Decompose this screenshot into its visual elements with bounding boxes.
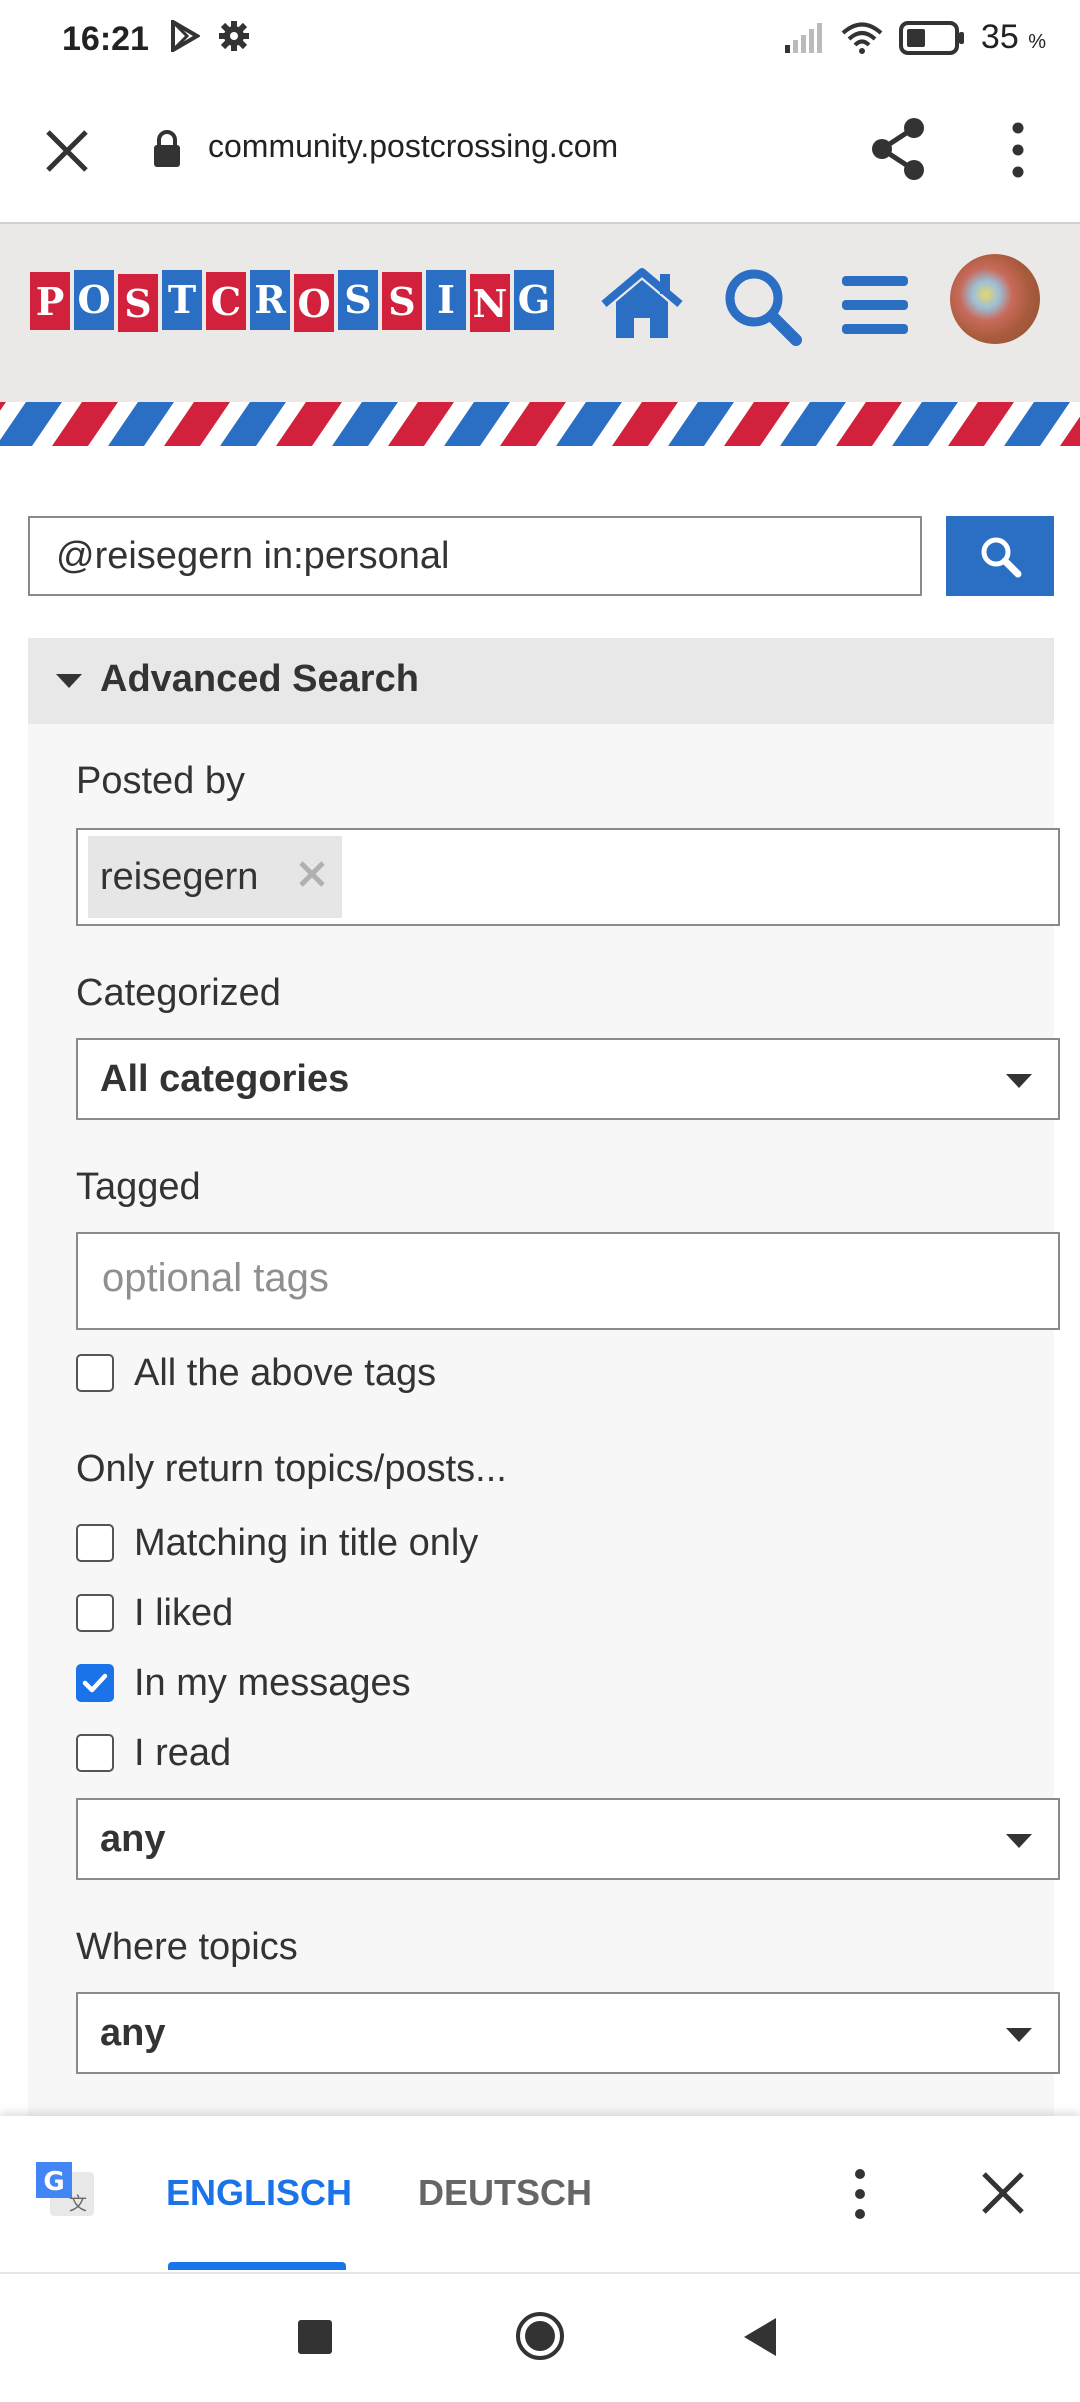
search-icon[interactable] — [720, 264, 804, 348]
all-tags-checkbox[interactable] — [76, 1354, 114, 1392]
only-return-label: Only return topics/posts... — [76, 1448, 507, 1490]
address-bar-url[interactable]: community.postcrossing.com — [208, 128, 618, 165]
all-tags-checkbox-row[interactable]: All the above tags — [76, 1348, 436, 1398]
status-notification-icons — [170, 20, 250, 52]
wifi-icon — [841, 22, 883, 54]
status-time: 16:21 — [62, 20, 149, 58]
checkmark-icon — [82, 1673, 108, 1693]
svg-text:G: G — [518, 277, 550, 322]
where-topics-select[interactable]: any — [76, 1992, 1060, 2074]
back-icon[interactable] — [744, 2318, 776, 2356]
chevron-down-icon — [1006, 1834, 1032, 1848]
user-avatar[interactable] — [950, 254, 1040, 344]
tagged-label: Tagged — [76, 1166, 201, 1208]
battery-percent: 35 % — [980, 18, 1046, 56]
tab-source-language[interactable]: ENGLISCH — [166, 2172, 352, 2214]
chevron-down-icon — [1006, 1074, 1032, 1088]
svg-text:N: N — [473, 281, 508, 326]
in-my-messages-checkbox-row[interactable]: In my messages — [76, 1658, 411, 1708]
site-header: P O S T C R O S S I N G — [0, 224, 1080, 446]
system-navigation-bar — [0, 2272, 1080, 2402]
i-read-checkbox[interactable] — [76, 1734, 114, 1772]
postcrossing-logo[interactable]: P O S T C R O S S I N G — [30, 266, 564, 336]
svg-text:文: 文 — [69, 2194, 87, 2215]
only-return-select[interactable]: any — [76, 1798, 1060, 1880]
tags-input[interactable]: optional tags — [76, 1232, 1060, 1330]
search-input[interactable]: @reisegern in:personal — [28, 516, 922, 596]
advanced-search-title: Advanced Search — [100, 658, 419, 700]
user-chip-label: reisegern — [100, 855, 259, 898]
translate-bar: G 文 ENGLISCH DEUTSCH — [0, 2116, 1080, 2272]
share-icon[interactable] — [866, 114, 930, 184]
recents-icon[interactable] — [298, 2320, 332, 2354]
svg-text:S: S — [344, 277, 371, 322]
i-liked-checkbox-row[interactable]: I liked — [76, 1588, 233, 1638]
chevron-down-icon — [1006, 2028, 1032, 2042]
browser-toolbar: community.postcrossing.com — [0, 84, 1080, 224]
status-bar: 16:21 35 % — [0, 0, 1080, 84]
svg-text:C: C — [211, 279, 241, 324]
google-translate-icon[interactable]: G 文 — [34, 2158, 96, 2220]
title-only-checkbox[interactable] — [76, 1524, 114, 1562]
i-read-checkbox-row[interactable]: I read — [76, 1728, 231, 1778]
i-read-checkbox-label: I read — [134, 1731, 232, 1774]
where-topics-label: Where topics — [76, 1926, 298, 1968]
close-icon[interactable] — [978, 2168, 1028, 2218]
svg-text:I: I — [437, 277, 455, 322]
search-icon — [981, 537, 1022, 578]
title-only-checkbox-label: Matching in title only — [134, 1521, 479, 1564]
more-options-icon[interactable] — [846, 2166, 874, 2222]
in-my-messages-checkbox-label: In my messages — [134, 1661, 411, 1704]
play-store-icon — [171, 20, 200, 52]
svg-text:S: S — [388, 279, 415, 324]
more-options-icon[interactable] — [1000, 118, 1036, 182]
only-return-select-value: any — [100, 1818, 166, 1860]
svg-text:R: R — [254, 277, 286, 322]
i-liked-checkbox-label: I liked — [134, 1591, 234, 1634]
posted-by-field[interactable]: reisegern — [76, 828, 1060, 926]
categorized-label: Categorized — [76, 972, 281, 1014]
svg-text:S: S — [124, 281, 151, 326]
user-chip: reisegern — [88, 836, 342, 918]
search-button[interactable] — [946, 516, 1054, 596]
home-icon[interactable] — [600, 266, 684, 342]
close-tab-icon[interactable] — [38, 122, 96, 180]
tags-input-placeholder: optional tags — [102, 1256, 329, 1300]
category-select[interactable]: All categories — [76, 1038, 1060, 1120]
svg-text:O: O — [297, 281, 330, 326]
airmail-stripes — [0, 402, 1080, 446]
svg-text:T: T — [168, 277, 196, 322]
status-system-icons: 35 % — [783, 18, 1046, 57]
battery-icon — [898, 20, 964, 55]
signal-icon — [784, 22, 822, 53]
title-only-checkbox-row[interactable]: Matching in title only — [76, 1518, 478, 1568]
advanced-search-toggle[interactable]: Advanced Search — [28, 638, 1054, 724]
caret-down-icon — [56, 674, 82, 688]
posted-by-label: Posted by — [76, 760, 245, 802]
all-tags-checkbox-label: All the above tags — [134, 1351, 437, 1394]
settings-gear-icon — [219, 21, 249, 51]
i-liked-checkbox[interactable] — [76, 1594, 114, 1632]
active-tab-indicator — [168, 2262, 346, 2270]
svg-text:O: O — [77, 277, 110, 322]
svg-text:G: G — [43, 2167, 64, 2197]
where-topics-select-value: any — [100, 2012, 166, 2054]
lock-icon[interactable] — [152, 130, 182, 168]
remove-chip-icon[interactable] — [296, 858, 328, 890]
hamburger-menu-icon[interactable] — [842, 274, 908, 336]
tab-target-language[interactable]: DEUTSCH — [418, 2172, 592, 2214]
home-button-icon[interactable] — [514, 2310, 566, 2362]
category-select-value: All categories — [100, 1058, 350, 1100]
advanced-search-panel: Advanced Search Posted by reisegern Cate… — [28, 638, 1060, 2118]
in-my-messages-checkbox[interactable] — [76, 1664, 114, 1702]
svg-text:P: P — [36, 279, 65, 324]
